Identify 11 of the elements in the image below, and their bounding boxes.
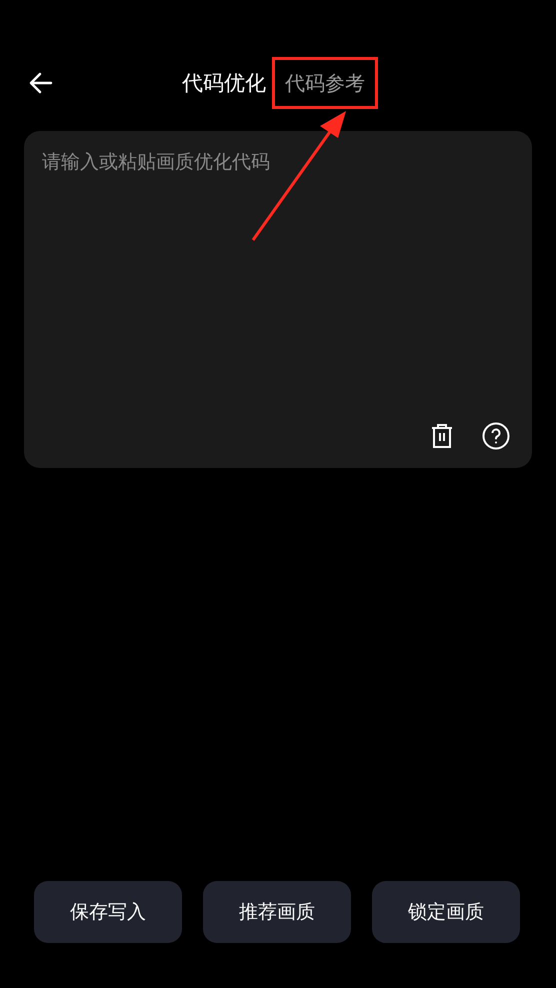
help-icon <box>482 422 510 450</box>
action-button[interactable]: 推荐画质 <box>203 881 351 943</box>
action-button[interactable]: 保存写入 <box>34 881 182 943</box>
reference-link[interactable]: 代码参考 <box>272 57 378 109</box>
help-button[interactable] <box>482 422 510 450</box>
code-input-area[interactable]: 请输入或粘贴画质优化代码 <box>42 149 514 422</box>
back-arrow-icon <box>28 70 54 96</box>
back-button[interactable] <box>28 70 54 96</box>
page-title: 代码优化 <box>182 70 266 97</box>
code-input-field[interactable]: 请输入或粘贴画质优化代码 <box>24 131 532 468</box>
action-button[interactable]: 锁定画质 <box>372 881 520 943</box>
